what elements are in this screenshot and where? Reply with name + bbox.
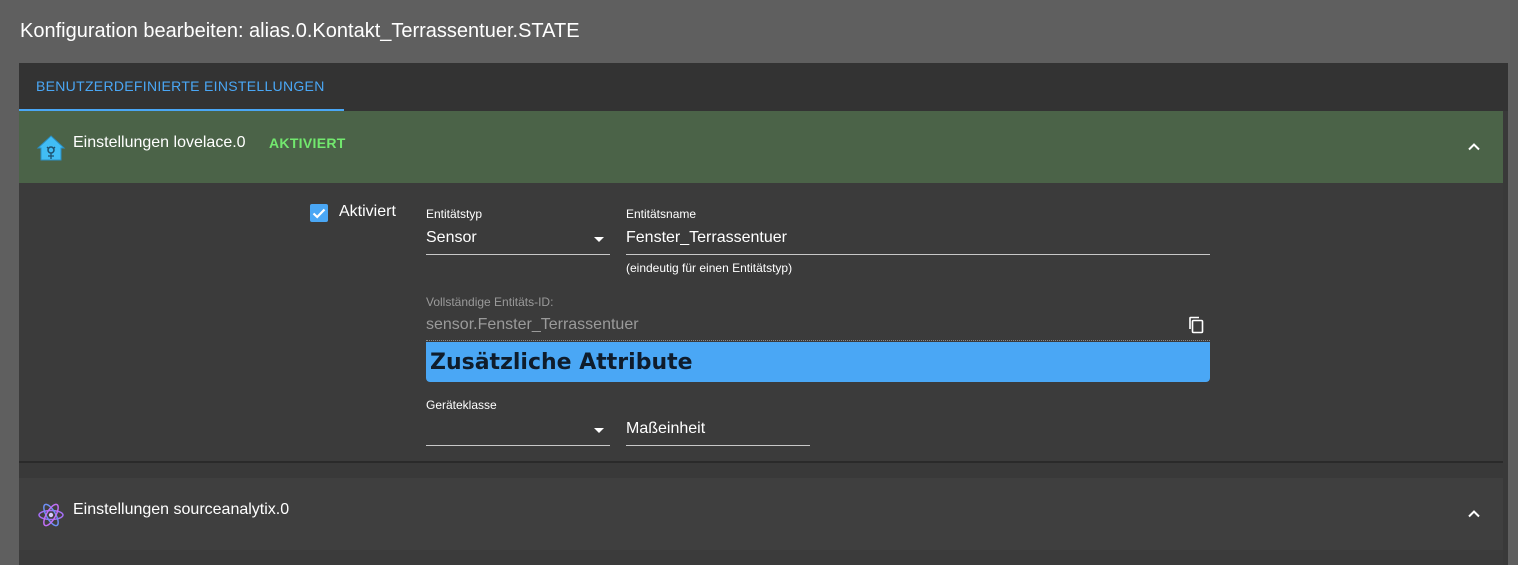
full-entity-id-label: Vollständige Entitäts-ID: [426, 295, 554, 309]
entity-name-label: Entitätsname [626, 207, 697, 221]
sourceanalytix-atom-icon [36, 500, 66, 530]
section-title-lovelace: Einstellungen lovelace.0 [73, 134, 246, 151]
section-body-lovelace: Aktiviert Entitätstyp Sensor Entitätsnam… [19, 183, 1503, 463]
entity-type-label: Entitätstyp [426, 207, 483, 221]
enabled-checkbox[interactable] [310, 204, 328, 222]
additional-attributes-heading: Zusätzliche Attribute [426, 342, 1210, 382]
entity-name-input[interactable]: Fenster_Terrassentuer [626, 223, 1210, 255]
dropdown-arrow-icon [594, 237, 604, 242]
entity-type-value: Sensor [426, 229, 477, 246]
lovelace-house-icon [36, 133, 66, 163]
copy-icon[interactable] [1186, 315, 1206, 335]
device-class-label: Geräteklasse [426, 398, 497, 412]
section-header-sourceanalytix[interactable]: Einstellungen sourceanalytix.0 [19, 478, 1503, 550]
entity-name-helper: (eindeutig für einen Entitätstyp) [626, 261, 793, 275]
enabled-checkbox-label: Aktiviert [339, 203, 396, 220]
dialog-title: Konfiguration bearbeiten: alias.0.Kontak… [20, 20, 580, 42]
section-header-lovelace[interactable]: Einstellungen lovelace.0 AKTIVIERT [19, 111, 1503, 183]
entity-name-value: Fenster_Terrassentuer [626, 229, 787, 246]
entity-type-select[interactable]: Sensor [426, 223, 610, 255]
full-entity-id-value: sensor.Fenster_Terrassentuer [426, 316, 639, 333]
full-entity-id-field: sensor.Fenster_Terrassentuer [426, 313, 1210, 341]
unit-input[interactable]: Maßeinheit [626, 414, 810, 446]
section-title-sourceanalytix: Einstellungen sourceanalytix.0 [73, 501, 290, 518]
tab-bar: BENUTZERDEFINIERTE EINSTELLUNGEN [19, 63, 1508, 111]
chevron-up-icon[interactable] [1466, 506, 1482, 522]
device-class-select[interactable] [426, 414, 610, 446]
config-panel: BENUTZERDEFINIERTE EINSTELLUNGEN Einstel… [19, 63, 1508, 565]
dropdown-arrow-icon [594, 428, 604, 433]
tab-custom-settings[interactable]: BENUTZERDEFINIERTE EINSTELLUNGEN [19, 63, 344, 111]
section-body-sourceanalytix [19, 550, 1503, 565]
chevron-up-icon[interactable] [1466, 139, 1482, 155]
status-badge: AKTIVIERT [269, 135, 346, 151]
unit-placeholder: Maßeinheit [626, 420, 706, 437]
